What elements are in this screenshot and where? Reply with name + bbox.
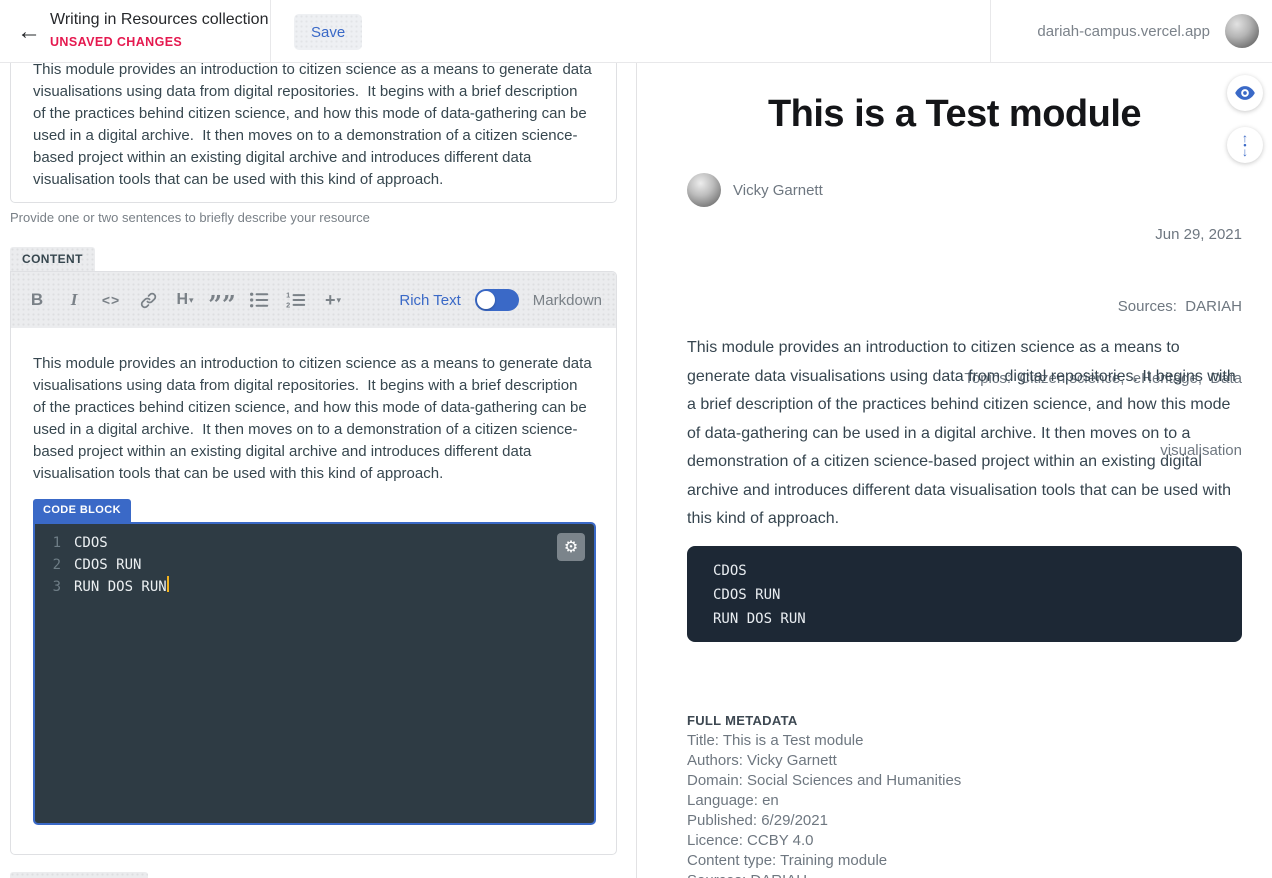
description-hint: Provide one or two sentences to briefly …	[10, 210, 370, 225]
preview-code-line: CDOS	[713, 559, 1216, 583]
code-icon[interactable]: <>	[99, 287, 123, 313]
metadata-row: Licence: CCBY 4.0	[687, 831, 961, 851]
line-number: 1	[35, 532, 61, 554]
metadata-row: Language: en	[687, 791, 961, 811]
content-body-text[interactable]: This module provides an introduction to …	[11, 328, 616, 485]
metadata-row: Published: 6/29/2021	[687, 811, 961, 831]
toggle-knob	[477, 291, 495, 309]
link-icon[interactable]	[136, 287, 160, 313]
insert-block-icon[interactable]: +▾	[321, 287, 345, 313]
code-block-editor[interactable]: 1 CDOS 2 CDOS RUN 3 RUN DOS RUN ⚙	[33, 522, 596, 825]
next-field-label-partial	[10, 872, 148, 878]
preview-code-line: RUN DOS RUN	[713, 607, 1216, 631]
metadata-row: Domain: Social Sciences and Humanities	[687, 771, 961, 791]
code-block-label: CODE BLOCK	[33, 499, 131, 522]
preview-pane: ↑ • ↓ This is a Test module Vicky Garnet…	[636, 63, 1272, 878]
header-divider	[270, 0, 271, 62]
preview-code-block: CDOS CDOS RUN RUN DOS RUN	[687, 546, 1242, 642]
app-window: ← Writing in Resources collection UNSAVE…	[0, 0, 1272, 878]
richtext-toolbar: B I <> H▾	[11, 272, 616, 328]
top-bar: ← Writing in Resources collection UNSAVE…	[0, 0, 1272, 63]
publish-date: Jun 29, 2021	[964, 223, 1242, 247]
numbered-list-icon[interactable]: 1 2	[284, 287, 308, 313]
markdown-label[interactable]: Markdown	[533, 292, 602, 309]
entry-title-block: Writing in Resources collection UNSAVED …	[50, 11, 268, 49]
back-button[interactable]: ←	[14, 17, 44, 47]
toolbar-icons: B I <> H▾	[25, 287, 358, 313]
preview-body-text: This module provides an introduction to …	[687, 334, 1242, 534]
metadata-row: Sources: DARIAH	[687, 871, 961, 878]
author-avatar	[687, 173, 721, 207]
svg-text:1: 1	[286, 291, 290, 300]
preview-code-line: CDOS RUN	[713, 583, 1216, 607]
user-avatar[interactable]	[1225, 14, 1259, 48]
rich-text-label[interactable]: Rich Text	[399, 292, 460, 309]
italic-icon[interactable]: I	[62, 287, 86, 313]
bulleted-list-icon[interactable]	[247, 287, 271, 313]
quote-icon[interactable]: ””	[210, 287, 234, 313]
text-cursor	[167, 576, 169, 592]
sources-line: Sources: DARIAH	[964, 295, 1242, 319]
full-metadata-list: Title: This is a Test module Authors: Vi…	[687, 731, 961, 878]
author-name: Vicky Garnett	[733, 182, 823, 199]
preview-title: This is a Test module	[667, 93, 1242, 136]
mode-toggle[interactable]	[475, 289, 519, 311]
collection-breadcrumb: Writing in Resources collection	[50, 11, 268, 29]
header-divider	[990, 0, 991, 62]
code-line: 1 CDOS	[35, 532, 594, 554]
code-line: 2 CDOS RUN	[35, 554, 594, 576]
svg-text:2: 2	[286, 300, 290, 309]
metadata-row: Content type: Training module	[687, 851, 961, 871]
metadata-row: Title: This is a Test module	[687, 731, 961, 751]
content-field-label: CONTENT	[10, 247, 95, 271]
line-number: 2	[35, 554, 61, 576]
full-metadata-heading: FULL METADATA	[687, 713, 798, 728]
code-settings-gear-icon[interactable]: ⚙	[557, 533, 585, 561]
bold-icon[interactable]: B	[25, 287, 49, 313]
save-button[interactable]: Save	[294, 14, 362, 50]
heading-icon[interactable]: H▾	[173, 287, 197, 313]
unsaved-changes-badge: UNSAVED CHANGES	[50, 35, 268, 49]
line-number: 3	[35, 576, 61, 598]
metadata-row: Authors: Vicky Garnett	[687, 751, 961, 771]
editor-pane: This module provides an introduction to …	[0, 63, 636, 878]
site-url-link[interactable]: dariah-campus.vercel.app	[1037, 0, 1210, 63]
mode-toggle-group: Rich Text Markdown	[399, 289, 602, 311]
code-line: 3 RUN DOS RUN	[35, 576, 594, 598]
richtext-editor: B I <> H▾	[10, 271, 617, 855]
